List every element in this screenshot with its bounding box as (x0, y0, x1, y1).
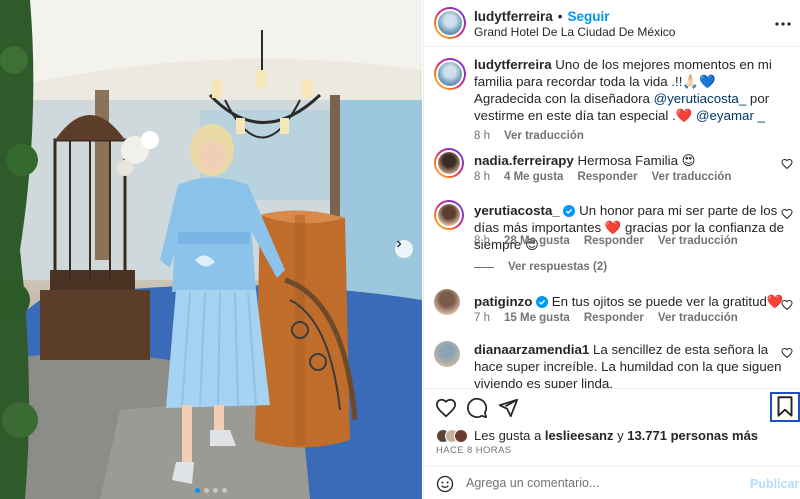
view-replies-label: Ver respuestas (2) (508, 261, 608, 273)
carousel-dot (195, 488, 200, 493)
heart-icon[interactable] (781, 158, 793, 170)
heart-icon[interactable] (435, 397, 457, 419)
caption-username[interactable]: ludytferreira (474, 57, 552, 72)
comment-time[interactable]: 8 h (474, 235, 490, 247)
smiley-icon[interactable] (436, 475, 454, 493)
more-horizontal-icon (775, 22, 791, 26)
carousel-dot (222, 488, 227, 493)
see-translation-button[interactable]: Ver traducción (658, 235, 738, 247)
liker-avatar[interactable] (454, 428, 468, 443)
comment-username[interactable]: yerutiacosta_ (474, 203, 560, 218)
view-replies-button[interactable]: Ver respuestas (2) (474, 261, 607, 273)
caption-text: ludytferreira Uno de los mejores momento… (474, 56, 784, 124)
send-icon[interactable] (497, 397, 519, 419)
commenter-avatar[interactable] (434, 341, 460, 367)
likes-prefix: Les gusta a (474, 428, 545, 443)
caption-text-2: Agradecida con la diseñadora (474, 91, 654, 106)
heart-icon[interactable] (781, 347, 793, 359)
comment-username[interactable]: dianaarzamendia1 (474, 342, 589, 357)
likes-count-link[interactable]: 13.771 personas más (627, 428, 758, 443)
comment-likes[interactable]: 4 Me gusta (504, 171, 563, 183)
heart-icon[interactable] (781, 208, 793, 220)
comment-meta: 8 h 4 Me gusta Responder Ver traducción (474, 171, 731, 183)
commenter-avatar[interactable] (434, 289, 460, 315)
replies-divider (474, 266, 494, 268)
comment-body: Hermosa Familia 😍 (577, 153, 696, 168)
mention-link[interactable]: @eyamar _ (696, 108, 765, 123)
reply-button[interactable]: Responder (577, 171, 637, 183)
commenter-avatar[interactable] (434, 200, 464, 230)
comments-list[interactable]: ludytferreira Uno de los mejores momento… (424, 48, 800, 388)
comment-time[interactable]: 7 h (474, 312, 490, 324)
carousel-indicator (0, 488, 422, 493)
location-link[interactable]: Grand Hotel De La Ciudad De México (474, 25, 675, 39)
post-image (0, 0, 422, 499)
separator: • (557, 9, 563, 24)
follow-button[interactable]: Seguir (568, 9, 610, 24)
chevron-right-icon (397, 240, 402, 248)
post-date[interactable]: HACE 8 HORAS (436, 445, 512, 456)
mention-link[interactable]: @yerutiacosta_ (654, 91, 747, 106)
comment-input[interactable] (466, 473, 736, 493)
comment-likes[interactable]: 28 Me gusta (504, 235, 570, 247)
caption-avatar[interactable] (434, 58, 466, 90)
author-row: ludytferreira • Seguir (474, 9, 610, 24)
commenter-avatar[interactable] (434, 148, 464, 178)
verified-badge-icon (563, 205, 576, 217)
likes-middle: y (613, 428, 628, 443)
publish-button[interactable]: Publicar (750, 477, 799, 491)
comment-text: nadia.ferreirapy Hermosa Familia 😍 (474, 152, 784, 169)
comment-meta: 7 h 15 Me gusta Responder Ver traducción (474, 312, 738, 324)
post-side-panel: ludytferreira • Seguir Grand Hotel De La… (423, 0, 800, 499)
heart-icon[interactable] (781, 299, 793, 311)
save-button[interactable] (770, 392, 800, 422)
post-photo[interactable] (0, 0, 422, 499)
comment-text: patiginzo En tus ojitos se puede ver la … (474, 293, 784, 310)
see-translation-button[interactable]: Ver traducción (658, 312, 738, 324)
reply-button[interactable]: Responder (584, 312, 644, 324)
comment-body: En tus ojitos se puede ver la gratitud❤️ (551, 294, 784, 309)
comment-username[interactable]: nadia.ferreirapy (474, 153, 574, 168)
verified-badge-icon (536, 296, 549, 308)
comment-text: dianaarzamendia1 La sencillez de esta se… (474, 341, 784, 388)
carousel-dot (213, 488, 218, 493)
likes-text: Les gusta a leslieesanz y 13.771 persona… (474, 428, 758, 443)
comment-time[interactable]: 8 h (474, 171, 490, 183)
likes-summary: Les gusta a leslieesanz y 13.771 persona… (436, 428, 758, 443)
caption-meta: 8 h Ver traducción (474, 130, 584, 142)
liker-username[interactable]: leslieesanz (545, 428, 614, 443)
comment-meta: 8 h 28 Me gusta Responder Ver traducción (474, 235, 738, 247)
reply-button[interactable]: Responder (584, 235, 644, 247)
carousel-dot (204, 488, 209, 493)
see-translation-button[interactable]: Ver traducción (504, 130, 584, 142)
author-avatar[interactable] (434, 7, 466, 39)
bookmark-icon (777, 396, 793, 417)
comment-likes[interactable]: 15 Me gusta (504, 312, 570, 324)
carousel-next-button[interactable] (395, 240, 413, 258)
action-bar (424, 388, 800, 424)
post-header: ludytferreira • Seguir Grand Hotel De La… (424, 0, 800, 47)
comment-icon[interactable] (466, 397, 488, 419)
more-options-button[interactable] (775, 13, 791, 31)
add-comment-bar: Publicar (424, 466, 800, 499)
caption-time[interactable]: 8 h (474, 130, 490, 142)
see-translation-button[interactable]: Ver traducción (652, 171, 732, 183)
comment-username[interactable]: patiginzo (474, 294, 532, 309)
author-username[interactable]: ludytferreira (474, 9, 553, 24)
